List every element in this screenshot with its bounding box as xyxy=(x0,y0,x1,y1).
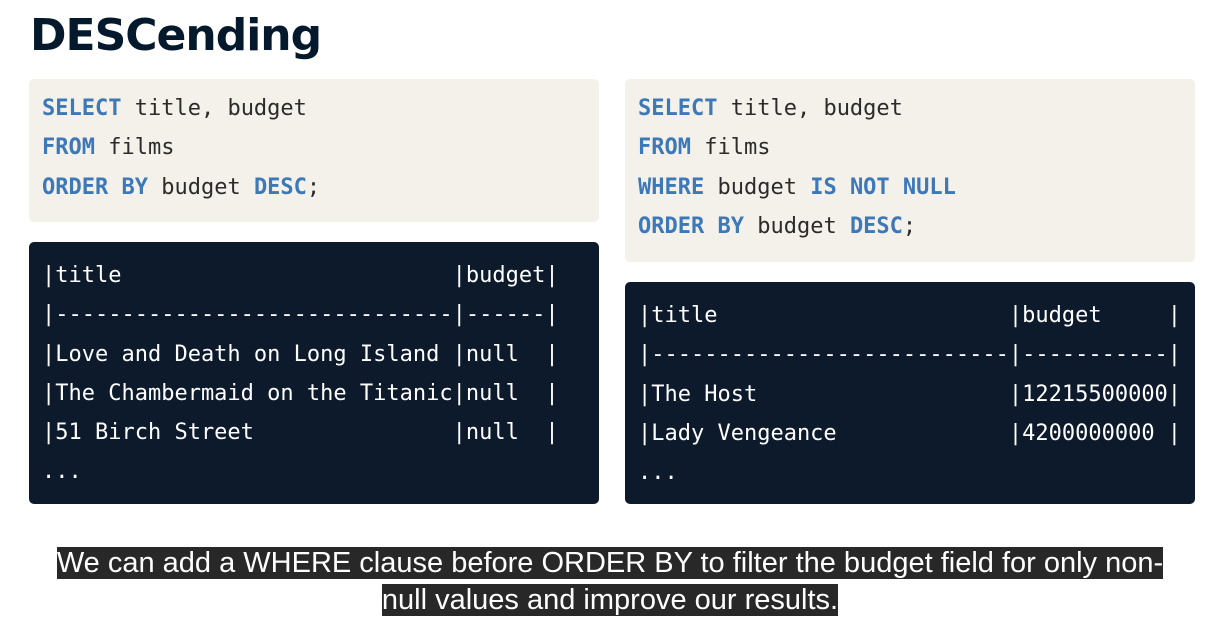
sql-text: budget xyxy=(704,174,811,200)
sql-text: ; xyxy=(902,213,917,239)
sql-keyword: SELECT xyxy=(638,96,718,121)
result-row: |Lady Vengeance |4200000000 | xyxy=(638,420,1182,446)
sql-text: title, budget xyxy=(121,96,307,121)
sql-keyword: FROM xyxy=(42,135,95,161)
sql-keyword: ORDER BY xyxy=(42,174,148,200)
sql-keyword: WHERE xyxy=(638,174,705,200)
left-sql-query: SELECT title, budget FROM films ORDER BY… xyxy=(29,79,599,222)
sql-line: SELECT title, budget xyxy=(42,89,586,128)
subtitle-caption: We can add a WHERE clause before ORDER B… xyxy=(0,545,1220,619)
sql-text: budget xyxy=(147,174,254,200)
result-row: |51 Birch Street |null | xyxy=(42,420,559,446)
result-header-row: |title |budget | xyxy=(638,303,1182,328)
sql-line: ORDER BY budget DESC; xyxy=(638,207,1182,246)
right-sql-query: SELECT title, budget FROM films WHERE bu… xyxy=(625,79,1195,262)
result-row: |Love and Death on Long Island |null | xyxy=(42,341,559,367)
sql-keyword: DESC xyxy=(253,174,307,200)
sql-text: budget xyxy=(743,213,850,239)
sql-line: ORDER BY budget DESC; xyxy=(42,168,586,207)
result-separator-row: |---------------------------|-----------… xyxy=(638,342,1182,368)
sql-keyword: IS NOT NULL xyxy=(810,174,956,200)
sql-line: FROM films xyxy=(42,128,586,167)
sql-text: films xyxy=(94,135,175,161)
sql-line: FROM films xyxy=(638,128,1182,167)
sql-keyword: DESC xyxy=(849,213,903,239)
sql-keyword: SELECT xyxy=(42,96,122,121)
caption-line-2: null values and improve our results. xyxy=(381,584,839,616)
result-header-row: |title |budget| xyxy=(42,263,559,288)
caption-line-1: We can add a WHERE clause before ORDER B… xyxy=(56,547,1164,579)
sql-line: WHERE budget IS NOT NULL xyxy=(638,168,1182,207)
sql-keyword: ORDER BY xyxy=(638,213,744,239)
result-separator-row: |------------------------------|------| xyxy=(42,302,559,328)
result-ellipsis: ... xyxy=(638,460,678,486)
left-query-result: |title |budget| |-----------------------… xyxy=(29,242,599,504)
sql-text: ; xyxy=(306,174,321,200)
result-ellipsis: ... xyxy=(42,459,82,485)
right-query-result: |title |budget | |----------------------… xyxy=(625,282,1195,504)
result-row: |The Chambermaid on the Titanic|null | xyxy=(42,380,559,406)
page-title: DESCending xyxy=(30,10,322,61)
sql-text: title, budget xyxy=(717,96,903,121)
sql-line: SELECT title, budget xyxy=(638,89,1182,128)
sql-keyword: FROM xyxy=(638,135,691,161)
result-row: |The Host |12215500000| xyxy=(638,381,1182,407)
sql-text: films xyxy=(690,135,771,161)
